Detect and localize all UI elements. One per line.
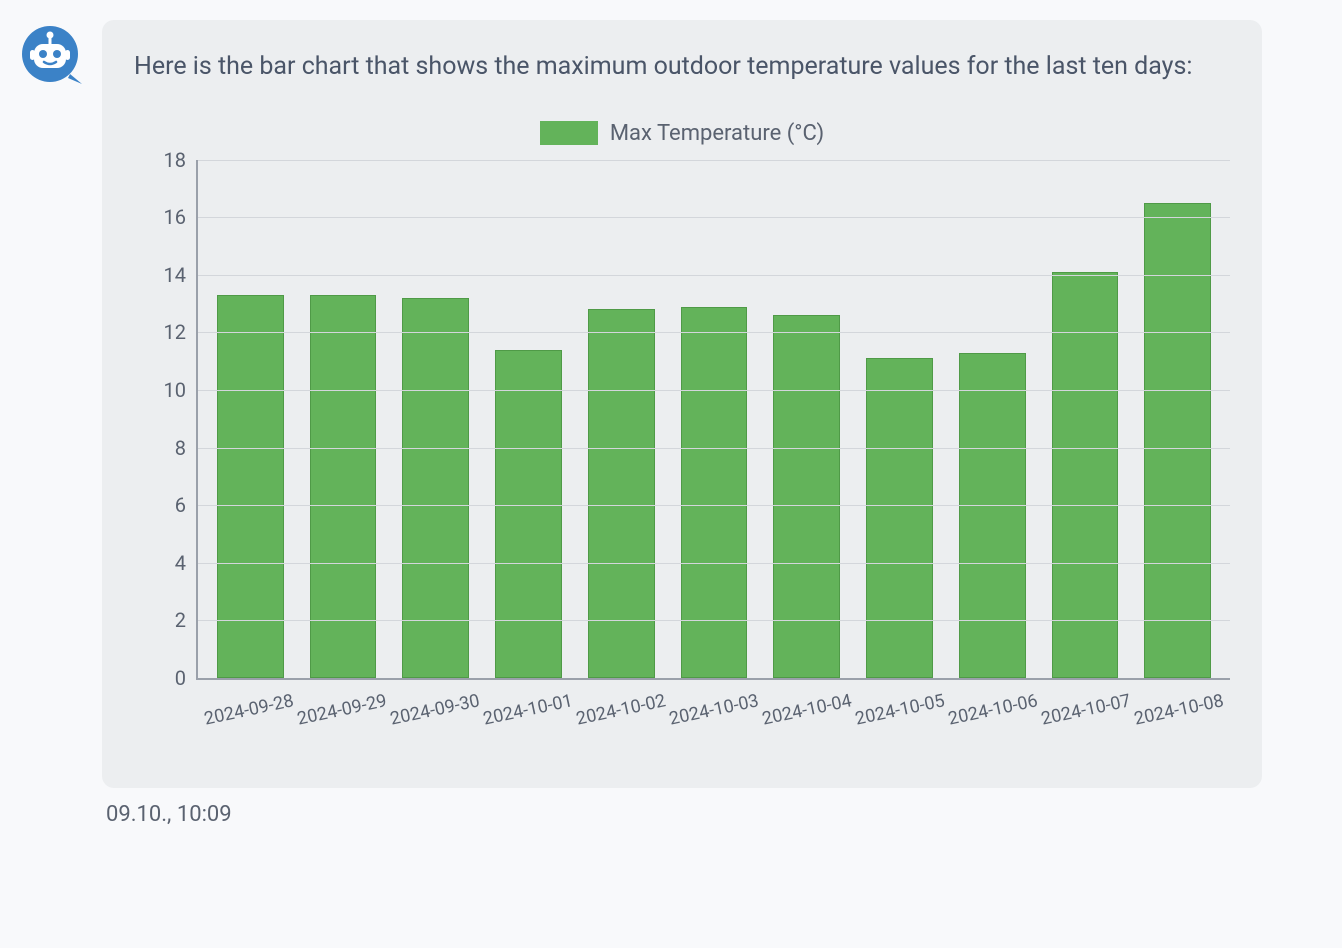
x-tick-label: 2024-10-06	[946, 690, 1039, 729]
bar-slot	[668, 160, 761, 678]
message-text: Here is the bar chart that shows the max…	[134, 48, 1230, 87]
x-label-slot: 2024-10-08	[1131, 680, 1224, 760]
bar-slot	[1131, 160, 1224, 678]
x-label-slot: 2024-09-30	[388, 680, 481, 760]
bars-container	[198, 160, 1230, 678]
bar	[681, 307, 748, 678]
x-axis-labels: 2024-09-282024-09-292024-09-302024-10-01…	[196, 680, 1230, 760]
grid-line	[198, 332, 1230, 333]
grid-line	[198, 563, 1230, 564]
bar	[495, 350, 562, 678]
grid-line	[198, 160, 1230, 161]
x-label-slot: 2024-10-05	[852, 680, 945, 760]
y-tick-label: 4	[175, 551, 198, 575]
message-column: Here is the bar chart that shows the max…	[102, 20, 1262, 827]
x-label-slot: 2024-09-29	[295, 680, 388, 760]
bar-slot	[853, 160, 946, 678]
bar-slot	[760, 160, 853, 678]
x-tick-label: 2024-10-03	[667, 690, 760, 729]
message-bubble: Here is the bar chart that shows the max…	[102, 20, 1262, 788]
y-tick-label: 8	[175, 436, 198, 460]
bar-chart: Max Temperature (°C) 024681012141618 202…	[134, 121, 1230, 760]
bar-slot	[389, 160, 482, 678]
x-label-slot: 2024-10-06	[945, 680, 1038, 760]
x-tick-label: 2024-10-01	[482, 690, 575, 729]
legend-label: Max Temperature (°C)	[610, 121, 824, 146]
y-tick-label: 10	[164, 378, 198, 402]
x-label-slot: 2024-09-28	[202, 680, 295, 760]
x-label-slot: 2024-10-07	[1038, 680, 1131, 760]
x-label-slot: 2024-10-01	[481, 680, 574, 760]
bar-slot	[575, 160, 668, 678]
legend-swatch	[540, 121, 598, 145]
x-label-slot: 2024-10-03	[667, 680, 760, 760]
plot-area: 024681012141618	[134, 160, 1230, 680]
chat-message-row: Here is the bar chart that shows the max…	[20, 20, 1322, 827]
bar-slot	[1039, 160, 1132, 678]
bar-slot	[946, 160, 1039, 678]
x-label-slot: 2024-10-02	[574, 680, 667, 760]
y-tick-label: 12	[164, 320, 198, 344]
plot-inner: 024681012141618	[196, 160, 1230, 680]
x-tick-label: 2024-10-07	[1039, 690, 1132, 729]
chart-legend: Max Temperature (°C)	[134, 121, 1230, 146]
bot-avatar	[20, 24, 84, 88]
grid-line	[198, 620, 1230, 621]
x-tick-label: 2024-10-02	[574, 690, 667, 729]
x-tick-label: 2024-09-28	[203, 690, 296, 729]
x-tick-label: 2024-09-30	[389, 690, 482, 729]
x-label-slot: 2024-10-04	[759, 680, 852, 760]
x-tick-label: 2024-10-05	[853, 690, 946, 729]
y-tick-label: 14	[164, 263, 198, 287]
x-tick-label: 2024-10-08	[1132, 690, 1225, 729]
bar	[866, 358, 933, 677]
y-tick-label: 0	[175, 666, 198, 690]
bar	[588, 309, 655, 677]
y-tick-label: 16	[164, 205, 198, 229]
grid-line	[198, 505, 1230, 506]
bar	[773, 315, 840, 678]
bar-slot	[482, 160, 575, 678]
robot-icon	[20, 24, 84, 88]
grid-line	[198, 390, 1230, 391]
message-timestamp: 09.10., 10:09	[106, 802, 1262, 827]
y-tick-label: 18	[164, 148, 198, 172]
bar-slot	[297, 160, 390, 678]
bar-slot	[204, 160, 297, 678]
bar	[959, 353, 1026, 678]
grid-line	[198, 275, 1230, 276]
y-tick-label: 2	[175, 608, 198, 632]
y-tick-label: 6	[175, 493, 198, 517]
grid-line	[198, 448, 1230, 449]
grid-line	[198, 217, 1230, 218]
x-tick-label: 2024-10-04	[760, 690, 853, 729]
x-tick-label: 2024-09-29	[296, 690, 389, 729]
